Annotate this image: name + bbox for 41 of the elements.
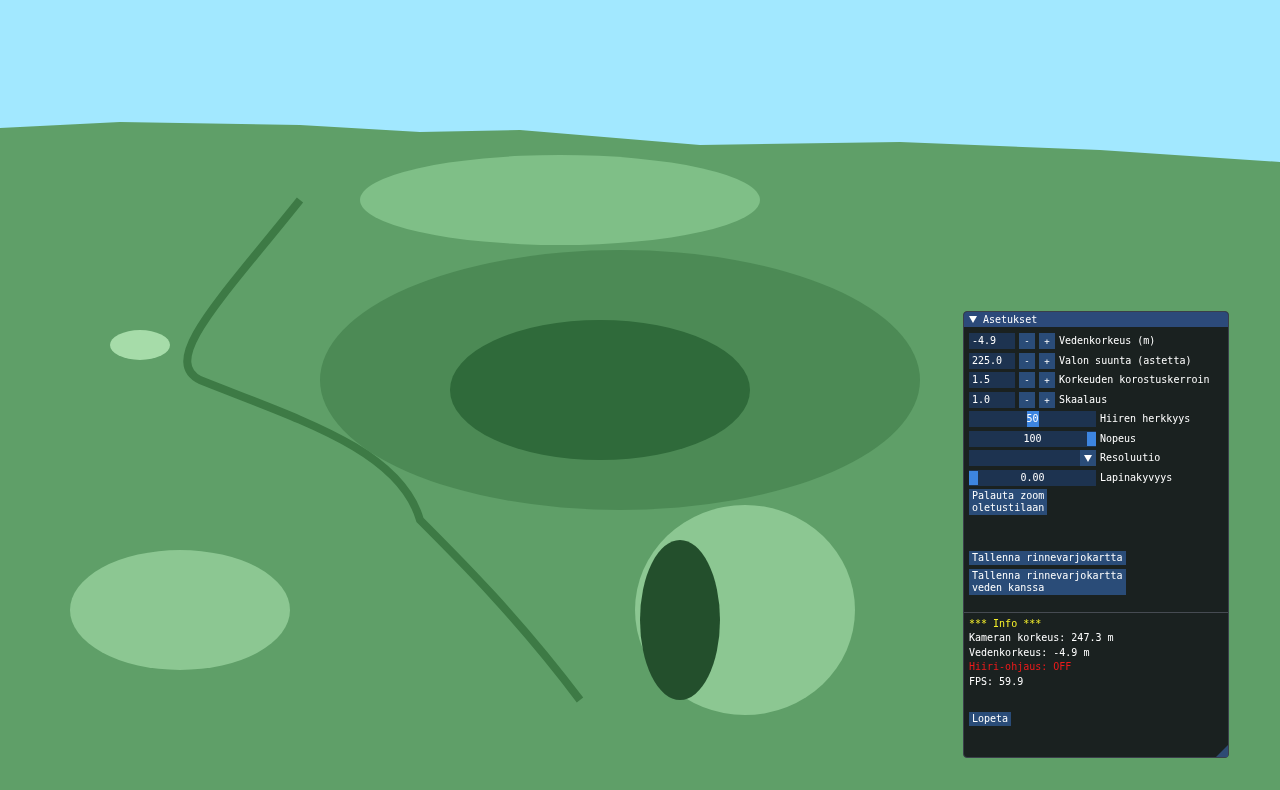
- setting-label: Korkeuden korostuskerroin: [1059, 373, 1210, 387]
- increment-button[interactable]: +: [1039, 391, 1055, 408]
- setting-label: Valon suunta (astetta): [1059, 353, 1192, 368]
- info-text: *** Info ***: [969, 616, 1043, 631]
- info-text: Vedenkorkeus: -4.9 m: [969, 645, 1091, 660]
- increment-button[interactable]: +: [1039, 352, 1055, 369]
- panel-title: Asetukset: [983, 314, 1038, 325]
- setting-label: Skaalaus: [1059, 392, 1108, 407]
- increment-button[interactable]: +: [1039, 333, 1055, 349]
- info-text: Kameran korkeus: 247.3 m: [969, 631, 1115, 645]
- slider-value: 0.00: [1020, 470, 1045, 485]
- panel-title-bar[interactable]: Asetukset: [964, 312, 1228, 327]
- decrement-button[interactable]: -: [1019, 391, 1035, 408]
- number-input-field[interactable]: 225.0: [969, 352, 1015, 369]
- decrement-button[interactable]: -: [1019, 352, 1035, 369]
- setting-label: Nopeus: [1100, 431, 1137, 446]
- increment-button[interactable]: +: [1039, 372, 1055, 388]
- number-input-field[interactable]: -4.9: [969, 333, 1015, 349]
- decrement-button[interactable]: -: [1019, 372, 1035, 388]
- slider[interactable]: 0.00: [969, 469, 1096, 486]
- slider-thumb[interactable]: [1087, 431, 1096, 446]
- save-hillshade-button[interactable]: Tallenna rinnevarjokartta: [969, 551, 1126, 565]
- slider[interactable]: 100: [969, 430, 1096, 447]
- setting-label: Resoluutio: [1100, 451, 1161, 465]
- save-hillshade-button[interactable]: Tallenna rinnevarjokartta veden kanssa: [969, 568, 1126, 595]
- resize-grip-icon[interactable]: [1216, 745, 1228, 757]
- info-text: FPS: 59.9: [969, 674, 1025, 689]
- slider-thumb[interactable]: [969, 470, 978, 485]
- setting-label: Vedenkorkeus (m): [1059, 334, 1156, 348]
- info-text: Hiiri-ohjaus: OFF: [969, 660, 1073, 674]
- setting-label: Lapinakyvyys: [1100, 470, 1173, 485]
- number-input-field[interactable]: 1.5: [969, 372, 1015, 388]
- drag-value: 50: [1026, 411, 1039, 427]
- number-input-field[interactable]: 1.0: [969, 391, 1015, 408]
- reset-zoom-button[interactable]: Palauta zoom oletustilaan: [969, 489, 1048, 515]
- quit-button[interactable]: Lopeta: [969, 712, 1012, 726]
- collapse-triangle-icon[interactable]: [969, 316, 977, 323]
- decrement-button[interactable]: -: [1019, 333, 1035, 349]
- drag-input-field[interactable]: 50: [969, 411, 1096, 427]
- setting-label: Hiiren herkkyys: [1100, 412, 1191, 426]
- slider-value: 100: [1023, 431, 1042, 446]
